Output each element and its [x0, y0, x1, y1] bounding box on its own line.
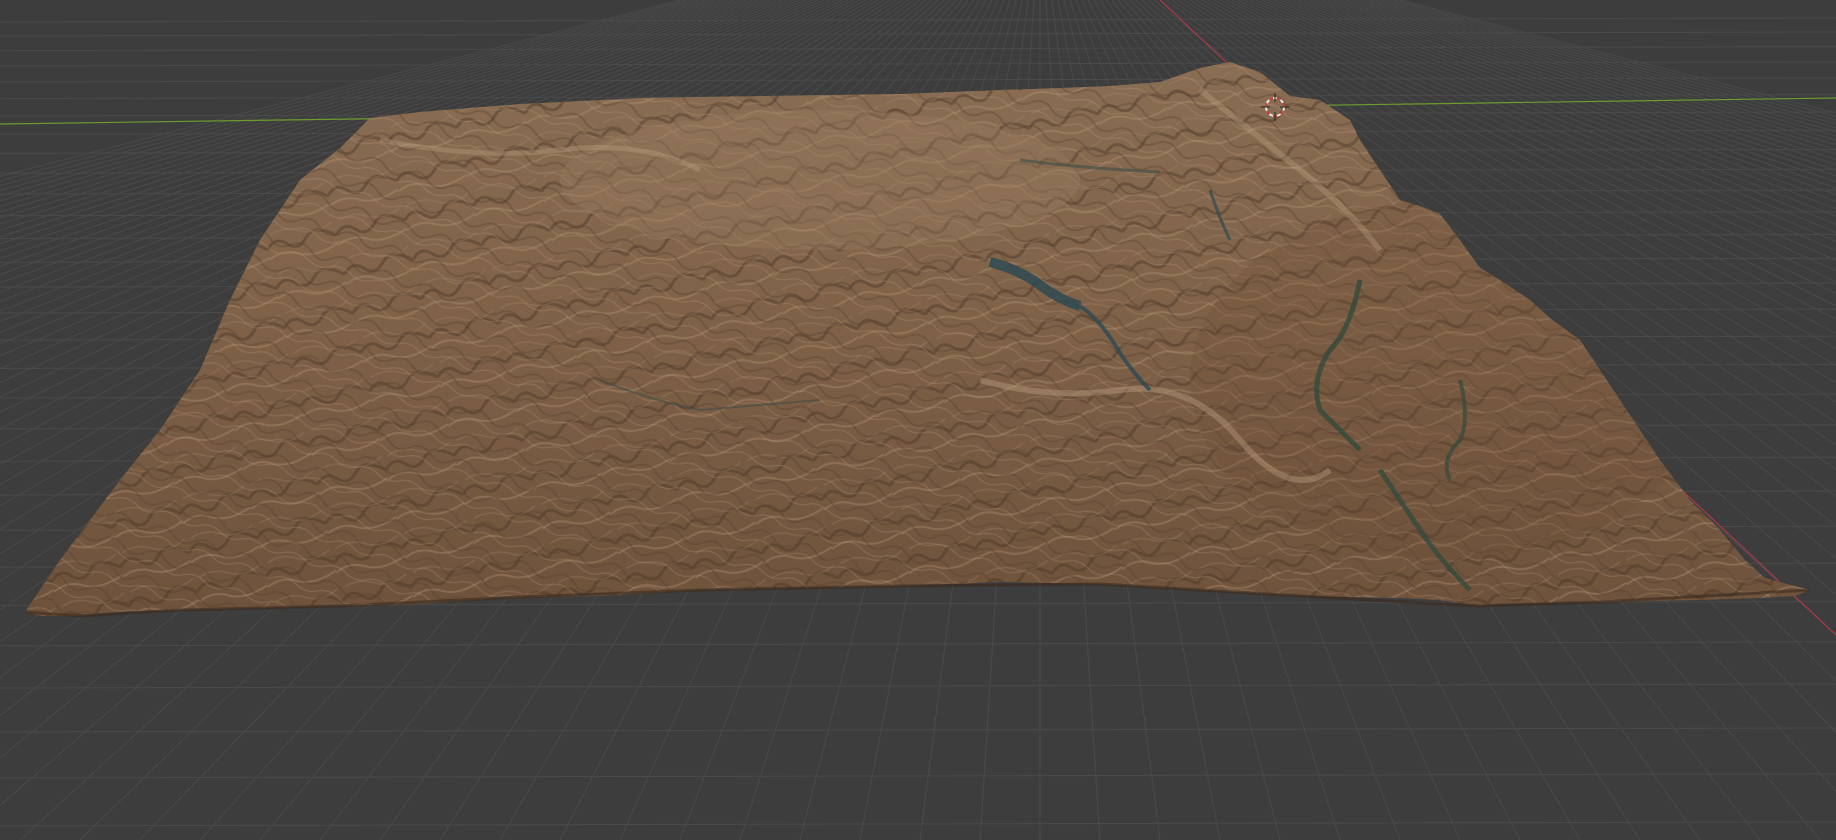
- viewport-canvas[interactable]: [0, 0, 1836, 840]
- grid-line: [0, 821, 1836, 827]
- grid-line: [0, 727, 1836, 733]
- 3d-viewport[interactable]: [0, 0, 1836, 840]
- grid-line: [0, 773, 1836, 779]
- grid-line: [0, 683, 1836, 689]
